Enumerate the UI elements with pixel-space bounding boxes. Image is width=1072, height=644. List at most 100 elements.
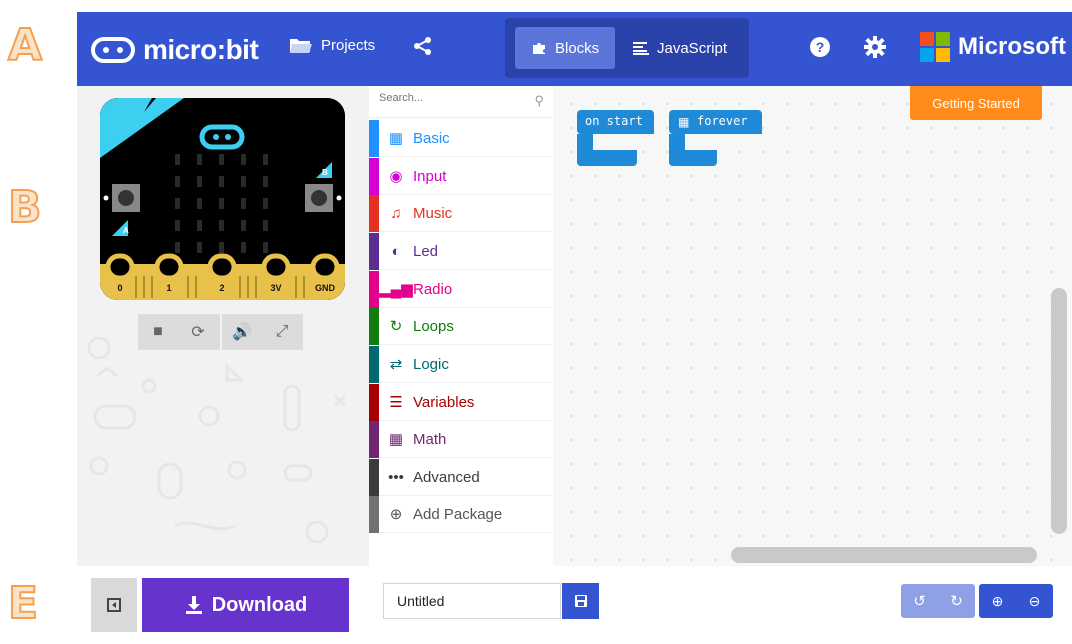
fullscreen-icon[interactable]: ⤢ [262, 323, 302, 341]
pin-0-label: 0 [117, 283, 122, 293]
signal-icon: ▂▄▆ [379, 281, 413, 298]
zoom-group: ⊕ ⊖ [979, 584, 1053, 618]
toolbox: ⚲ ▦ Basic ◉ Input ♫ Music ◐ Led ▂▄▆ Radi… [369, 86, 552, 566]
share-icon [414, 37, 431, 55]
mute-icon[interactable]: 🔊 [222, 322, 262, 342]
annotation-e: E [7, 578, 39, 629]
category-add-package[interactable]: ⊕ Add Package [369, 495, 552, 533]
calculator-icon: ▦ [388, 431, 404, 448]
makecode-editor: A B C D E micro:bit Projects [0, 0, 1072, 644]
share-button[interactable] [413, 36, 433, 56]
zoom-in-icon[interactable]: ⊕ [992, 593, 1004, 610]
microsoft-windows-icon [920, 32, 950, 62]
category-label: Radio [413, 280, 453, 298]
category-label: Logic [413, 355, 449, 373]
button-a-label: A [123, 226, 129, 235]
javascript-tab-label: JavaScript [657, 39, 728, 57]
save-icon [574, 595, 587, 607]
ellipsis-icon: ••• [388, 468, 404, 486]
microbit-board-graphic: 0 1 2 3V GND A B [100, 98, 345, 300]
headphones-icon: ♫ [390, 204, 402, 222]
microsoft-logo[interactable]: Microsoft [920, 32, 1066, 62]
stop-icon[interactable]: ■ [138, 323, 178, 341]
microsoft-label: Microsoft [958, 33, 1066, 60]
blocks-tab-label: Blocks [555, 39, 600, 57]
editor-mode-toggle: Blocks JavaScript [505, 18, 749, 78]
category-music[interactable]: ♫ Music [369, 194, 552, 232]
category-label: Advanced [413, 468, 480, 486]
search-input[interactable] [379, 92, 519, 104]
category-label: Loops [413, 317, 454, 335]
collapse-icon [107, 598, 121, 612]
folder-icon [290, 39, 312, 53]
download-icon [185, 596, 202, 614]
javascript-tab[interactable]: JavaScript [617, 27, 743, 69]
pin-3v-label: 3V [270, 283, 281, 293]
projects-button[interactable]: Projects [289, 36, 375, 54]
top-menu-bar: micro:bit Projects Blocks JavaScript ? M… [77, 12, 1072, 86]
on-start-label: on start [577, 110, 654, 134]
category-label: Music [413, 204, 453, 222]
category-led[interactable]: ◐ Led [369, 232, 552, 270]
help-button[interactable]: ? [809, 36, 831, 58]
collapse-simulator-button[interactable] [91, 578, 137, 632]
category-variables[interactable]: ☰ Variables [369, 383, 552, 421]
brand-logo[interactable]: micro:bit [91, 34, 259, 66]
brand-name: micro:bit [143, 34, 259, 65]
help-icon: ? [810, 37, 830, 57]
forever-block[interactable]: forever ▦ [669, 110, 762, 166]
project-name-input[interactable] [383, 583, 561, 619]
list-icon: ☰ [389, 394, 403, 411]
microbit-board[interactable]: 0 1 2 3V GND A B [100, 98, 345, 300]
plus-circle-icon: ⊕ [389, 506, 403, 523]
projects-label: Projects [321, 36, 376, 54]
gear-icon [864, 36, 886, 58]
simulator-view-controls: 🔊 ⤢ [222, 314, 303, 350]
search-icon[interactable]: ⚲ [534, 93, 544, 109]
annotation-a: A [7, 20, 43, 71]
category-label: Basic [413, 129, 450, 147]
pin-1-label: 1 [166, 283, 171, 293]
puzzle-icon [533, 43, 545, 54]
undo-icon[interactable]: ↺ [913, 592, 926, 610]
shuffle-icon: ⇄ [389, 356, 403, 373]
download-button[interactable]: Download [142, 578, 349, 632]
toggle-icon: ◐ [391, 242, 401, 260]
category-label: Led [413, 242, 439, 260]
undo-redo-group: ↺ ↻ [901, 584, 975, 618]
target-icon: ◉ [389, 168, 403, 185]
microbit-logo-icon [91, 37, 135, 63]
annotation-b: B [7, 182, 43, 233]
category-input[interactable]: ◉ Input [369, 157, 552, 195]
category-advanced[interactable]: ••• Advanced [369, 458, 552, 496]
category-radio[interactable]: ▂▄▆ Radio [369, 270, 552, 308]
category-label: Add Package [413, 505, 503, 523]
code-lines-icon [633, 42, 649, 55]
category-label: Math [413, 430, 447, 448]
svg-text:?: ? [816, 39, 825, 55]
refresh-icon: ↻ [389, 318, 403, 335]
on-start-block[interactable]: on start [577, 110, 654, 166]
grid-icon: ▦ [388, 130, 404, 147]
zoom-out-icon[interactable]: ⊖ [1029, 593, 1041, 610]
category-label: Variables [413, 393, 475, 411]
simulator-run-controls: ■ ⟳ [138, 314, 220, 350]
button-b-label: B [322, 168, 328, 177]
grid-icon: ▦ [678, 115, 690, 129]
workspace-vertical-scrollbar[interactable] [1051, 288, 1067, 534]
category-math[interactable]: ▦ Math [369, 420, 552, 458]
getting-started-button[interactable]: Getting Started [910, 86, 1042, 120]
category-loops[interactable]: ↻ Loops [369, 307, 552, 345]
category-logic[interactable]: ⇄ Logic [369, 345, 552, 383]
workspace-horizontal-scrollbar[interactable] [731, 547, 1037, 563]
pin-gnd-label: GND [315, 283, 336, 293]
category-label: Input [413, 167, 447, 185]
redo-icon[interactable]: ↻ [950, 592, 963, 610]
blocks-tab[interactable]: Blocks [515, 27, 616, 69]
toolbox-search: ⚲ [369, 86, 552, 118]
save-button[interactable] [562, 583, 599, 619]
restart-icon[interactable]: ⟳ [178, 322, 218, 342]
download-label: Download [211, 593, 308, 616]
settings-button[interactable] [864, 36, 886, 58]
category-basic[interactable]: ▦ Basic [369, 119, 552, 157]
